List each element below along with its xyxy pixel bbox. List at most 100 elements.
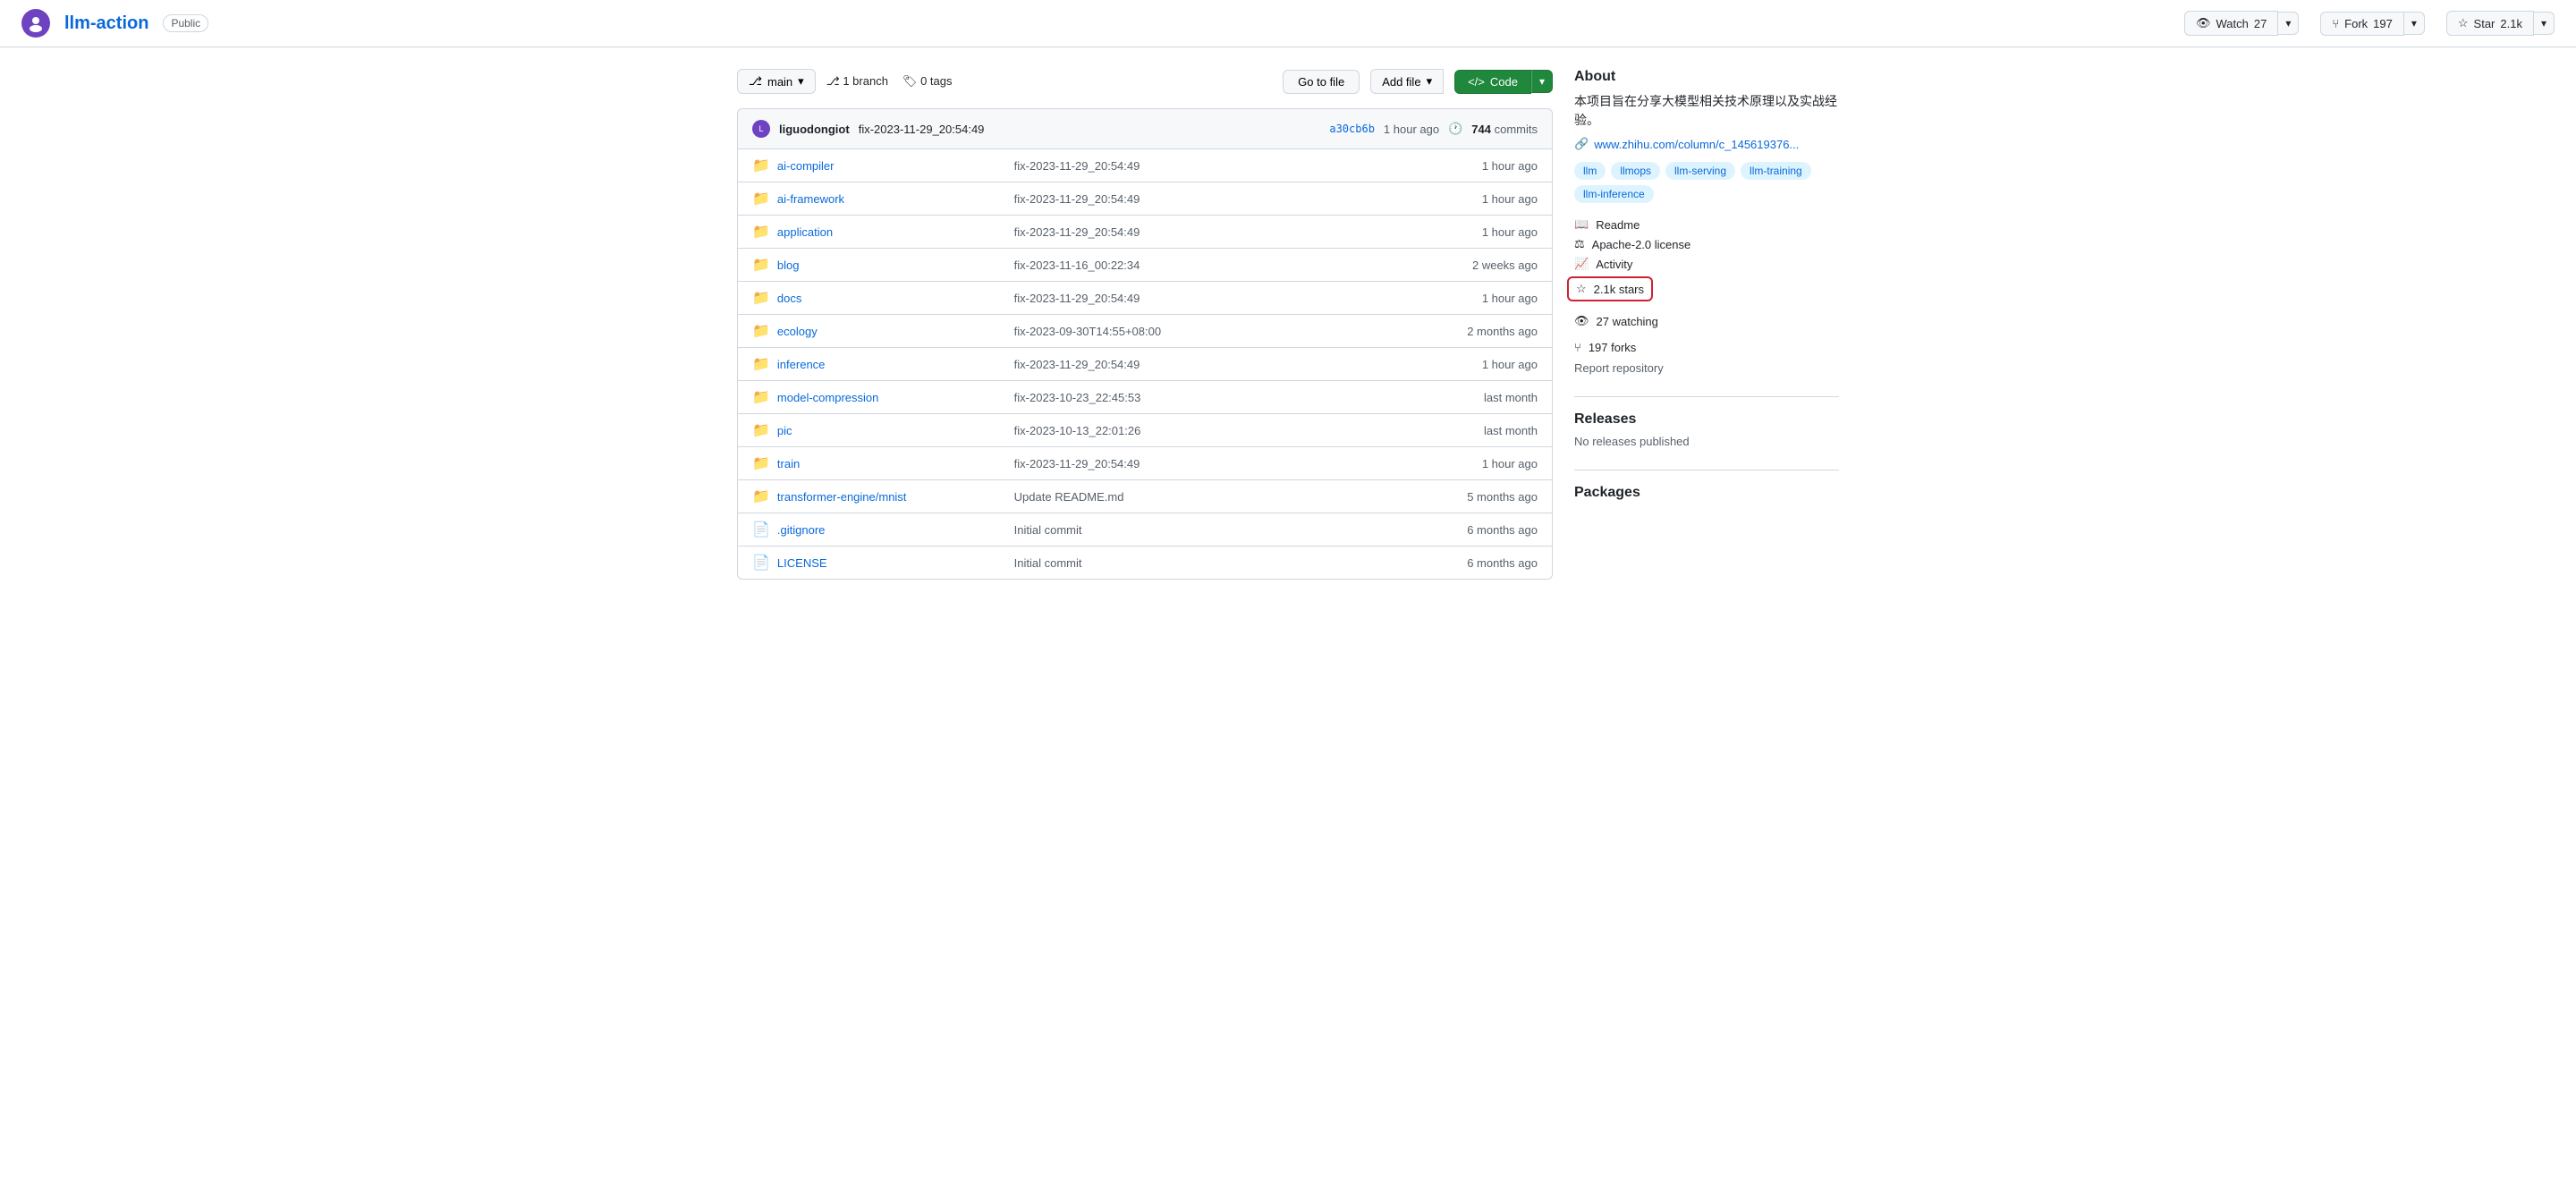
file-name-cell: 📄 .gitignore [752,521,1014,538]
link-icon: 🔗 [1574,137,1589,151]
go-to-file-button[interactable]: Go to file [1283,70,1360,94]
book-icon: 📖 [1574,217,1589,232]
file-name-link[interactable]: LICENSE [777,556,827,570]
file-time: 5 months ago [1407,490,1538,504]
code-split-button[interactable]: ▾ [1531,70,1553,93]
commit-bar: L liguodongiot fix-2023-11-29_20:54:49 a… [737,108,1553,149]
file-name-link[interactable]: .gitignore [777,523,825,537]
license-label: Apache-2.0 license [1592,238,1691,251]
branch-select-button[interactable]: ⎇ main ▾ [737,69,816,94]
file-name-link[interactable]: transformer-engine/mnist [777,490,907,504]
fork-group: ⑂ Fork 197 ▾ [2320,12,2425,36]
file-commit-message: fix-2023-11-29_20:54:49 [1014,192,1407,206]
folder-icon: 📁 [752,322,770,340]
watch-split-button[interactable]: ▾ [2278,12,2299,35]
readme-link[interactable]: 📖 Readme [1574,217,1839,232]
folder-icon: 📁 [752,289,770,307]
file-time: 1 hour ago [1407,225,1538,239]
folder-icon: 📁 [752,223,770,241]
watch-label: Watch [2216,17,2248,30]
star-icon-sidebar: ☆ [1576,282,1587,296]
branches-link[interactable]: ⎇ 1 branch [826,74,888,89]
releases-title: Releases [1574,411,1839,428]
report-repository-link[interactable]: Report repository [1574,361,1839,375]
table-row: 📄 .gitignore Initial commit 6 months ago [738,513,1552,547]
commits-number: 744 [1471,123,1491,136]
topic-tag[interactable]: llm [1574,162,1606,180]
table-row: 📁 ecology fix-2023-09-30T14:55+08:00 2 m… [738,315,1552,348]
license-link[interactable]: ⚖ Apache-2.0 license [1574,237,1839,251]
topic-tag[interactable]: llm-training [1741,162,1811,180]
about-section: About 本项目旨在分享大模型相关技术原理以及实战经验。 🔗 www.zhih… [1574,69,1839,375]
file-name-link[interactable]: ecology [777,325,818,338]
folder-icon: 📁 [752,157,770,174]
topic-tag[interactable]: llm-serving [1665,162,1735,180]
file-name-link[interactable]: ai-compiler [777,159,835,173]
top-bar: llm-action Public 👁 Watch 27 ▾ ⑂ Fork 19… [0,0,2576,47]
watch-count: 27 [2254,17,2267,30]
star-button[interactable]: ☆ Star 2.1k [2446,11,2534,36]
file-name-link[interactable]: train [777,457,800,470]
star-count: 2.1k [2500,17,2522,30]
file-name-link[interactable]: application [777,225,833,239]
file-name-link[interactable]: pic [777,424,792,437]
tags-row: llm llmops llm-serving llm-training llm-infe… [1574,162,1839,203]
file-time: 2 months ago [1407,325,1538,338]
branch-icon-small: ⎇ [826,74,840,88]
forks-row[interactable]: ⑂ 197 forks [1574,341,1839,354]
file-commit-message: Update README.md [1014,490,1407,504]
add-file-label: Add file [1382,75,1420,89]
commit-hash-link[interactable]: a30cb6b [1329,123,1375,135]
topic-tag[interactable]: llm-inference [1574,185,1654,203]
fork-icon-sidebar: ⑂ [1574,341,1581,354]
file-name-cell: 📁 ai-compiler [752,157,1014,174]
table-row: 📁 application fix-2023-11-29_20:54:49 1 … [738,216,1552,249]
stars-row[interactable]: ☆ 2.1k stars [1567,276,1653,301]
table-row: 📁 docs fix-2023-11-29_20:54:49 1 hour ag… [738,282,1552,315]
forks-label: 197 forks [1589,341,1636,354]
stars-count-label: 2.1k stars [1594,283,1644,296]
branch-name: main [767,75,792,89]
table-row: 📁 ai-compiler fix-2023-11-29_20:54:49 1 … [738,149,1552,182]
file-name-cell: 📁 transformer-engine/mnist [752,487,1014,505]
repo-name-link[interactable]: llm-action [64,13,148,34]
file-name-cell: 📁 blog [752,256,1014,274]
file-name-link[interactable]: docs [777,292,801,305]
code-icon: </> [1468,75,1485,89]
fork-split-button[interactable]: ▾ [2404,12,2425,35]
file-name-link[interactable]: blog [777,258,800,272]
add-file-button[interactable]: Add file ▾ [1370,69,1444,94]
topic-tag[interactable]: llmops [1611,162,1660,180]
code-button[interactable]: </> Code [1454,70,1531,94]
about-links: 📖 Readme ⚖ Apache-2.0 license 📈 Activity… [1574,217,1839,361]
file-commit-message: Initial commit [1014,523,1407,537]
file-time: 1 hour ago [1407,292,1538,305]
star-split-button[interactable]: ▾ [2534,12,2555,35]
fork-count: 197 [2373,17,2393,30]
about-link-text: www.zhihu.com/column/c_145619376... [1594,138,1799,151]
file-time: 1 hour ago [1407,192,1538,206]
branch-bar: ⎇ main ▾ ⎇ 1 branch 🏷 0 tags Go to file [737,69,1553,94]
about-external-link[interactable]: 🔗 www.zhihu.com/column/c_145619376... [1574,137,1839,151]
file-name-link[interactable]: inference [777,358,825,371]
file-name-link[interactable]: model-compression [777,391,878,404]
releases-section: Releases No releases published [1574,411,1839,448]
table-row: 📁 model-compression fix-2023-10-23_22:45… [738,381,1552,414]
watching-row[interactable]: 👁 27 watching [1574,314,1839,328]
branch-count: 1 [843,74,849,88]
fork-button[interactable]: ⑂ Fork 197 [2320,12,2404,36]
watch-button[interactable]: 👁 Watch 27 [2184,11,2278,36]
file-commit-message: fix-2023-11-29_20:54:49 [1014,457,1407,470]
folder-icon: 📁 [752,355,770,373]
file-time: 6 months ago [1407,556,1538,570]
file-name-link[interactable]: ai-framework [777,192,844,206]
activity-label: Activity [1596,258,1632,271]
tags-link[interactable]: 🏷 0 tags [902,74,953,89]
file-time: 1 hour ago [1407,358,1538,371]
commit-author[interactable]: liguodongiot [779,123,850,136]
activity-link[interactable]: 📈 Activity [1574,257,1839,271]
file-name-cell: 📁 inference [752,355,1014,373]
packages-section: Packages [1574,485,1839,501]
watch-group: 👁 Watch 27 ▾ [2184,11,2299,36]
file-name-cell: 📄 LICENSE [752,554,1014,572]
